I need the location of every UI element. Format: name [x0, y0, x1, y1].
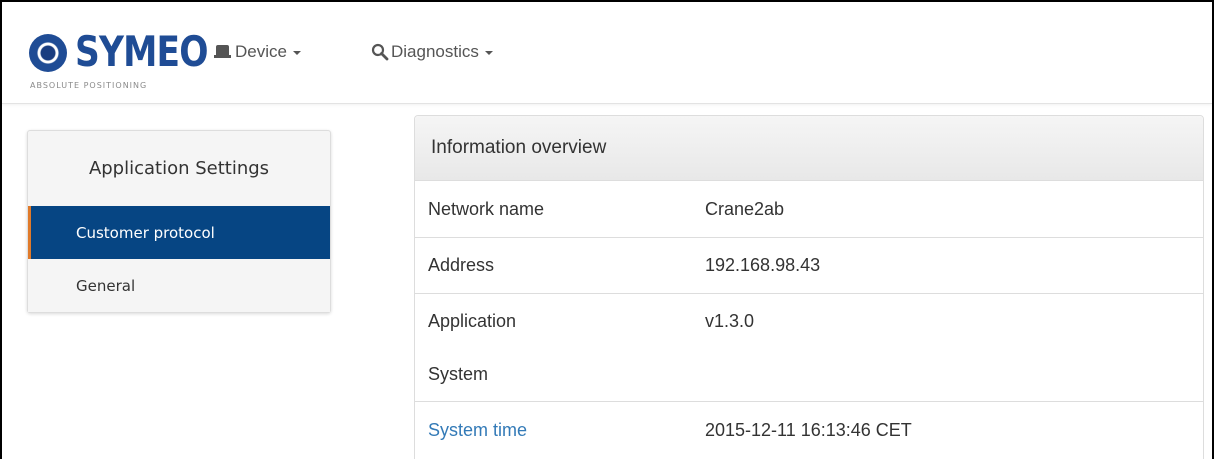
- sidebar-title: Application Settings: [88, 158, 270, 179]
- logo-brand-text: SYMEO: [75, 27, 209, 76]
- caret-down-icon: [292, 51, 301, 55]
- symeo-logo[interactable]: SYMEO ABSOLUTE POSITIONING: [29, 28, 209, 94]
- logo-circle-icon: [29, 34, 67, 72]
- sidebar-panel: Application Settings Customer protocol G…: [27, 130, 331, 313]
- info-value: v1.3.0: [705, 310, 755, 331]
- logo-tagline: ABSOLUTE POSITIONING: [30, 81, 148, 90]
- info-value: 192.168.98.43: [705, 255, 821, 275]
- info-row-system: System: [415, 348, 1203, 401]
- nav-device-menu[interactable]: Device: [214, 42, 301, 62]
- sidebar-item-label: Customer protocol: [76, 223, 215, 242]
- info-key: Address: [428, 255, 495, 275]
- nav-diagnostics-label: Diagnostics: [391, 42, 479, 61]
- sidebar-item-label: General: [76, 276, 136, 295]
- info-value: Crane2ab: [705, 198, 785, 219]
- nav-device-label: Device: [235, 42, 287, 61]
- info-key: Network name: [428, 198, 545, 219]
- sidebar-item-customer-protocol[interactable]: Customer protocol: [28, 206, 330, 259]
- info-row-network-name: Network name Crane2ab: [415, 181, 1203, 237]
- device-icon: [214, 45, 231, 59]
- info-key: Application: [428, 310, 517, 331]
- nav-diagnostics-menu[interactable]: Diagnostics: [371, 42, 493, 62]
- system-time-link[interactable]: System time: [428, 420, 527, 441]
- sidebar-item-general[interactable]: General: [28, 259, 330, 312]
- info-row-address: Address 192.168.98.43: [415, 237, 1203, 293]
- info-key: System: [428, 364, 489, 384]
- panel-title: Information overview: [415, 116, 1203, 181]
- info-row-application: Application v1.3.0: [415, 293, 1203, 348]
- search-icon: [371, 43, 389, 61]
- info-value: 2015-12-11 16:13:46 CET: [705, 419, 912, 440]
- info-row-system-time: System time 2015-12-11 16:13:46 CET: [415, 401, 1203, 458]
- caret-down-icon: [484, 51, 493, 55]
- information-overview-panel: Information overview Network name Crane2…: [414, 115, 1204, 459]
- top-navbar: SYMEO ABSOLUTE POSITIONING Device Diagno…: [2, 2, 1212, 104]
